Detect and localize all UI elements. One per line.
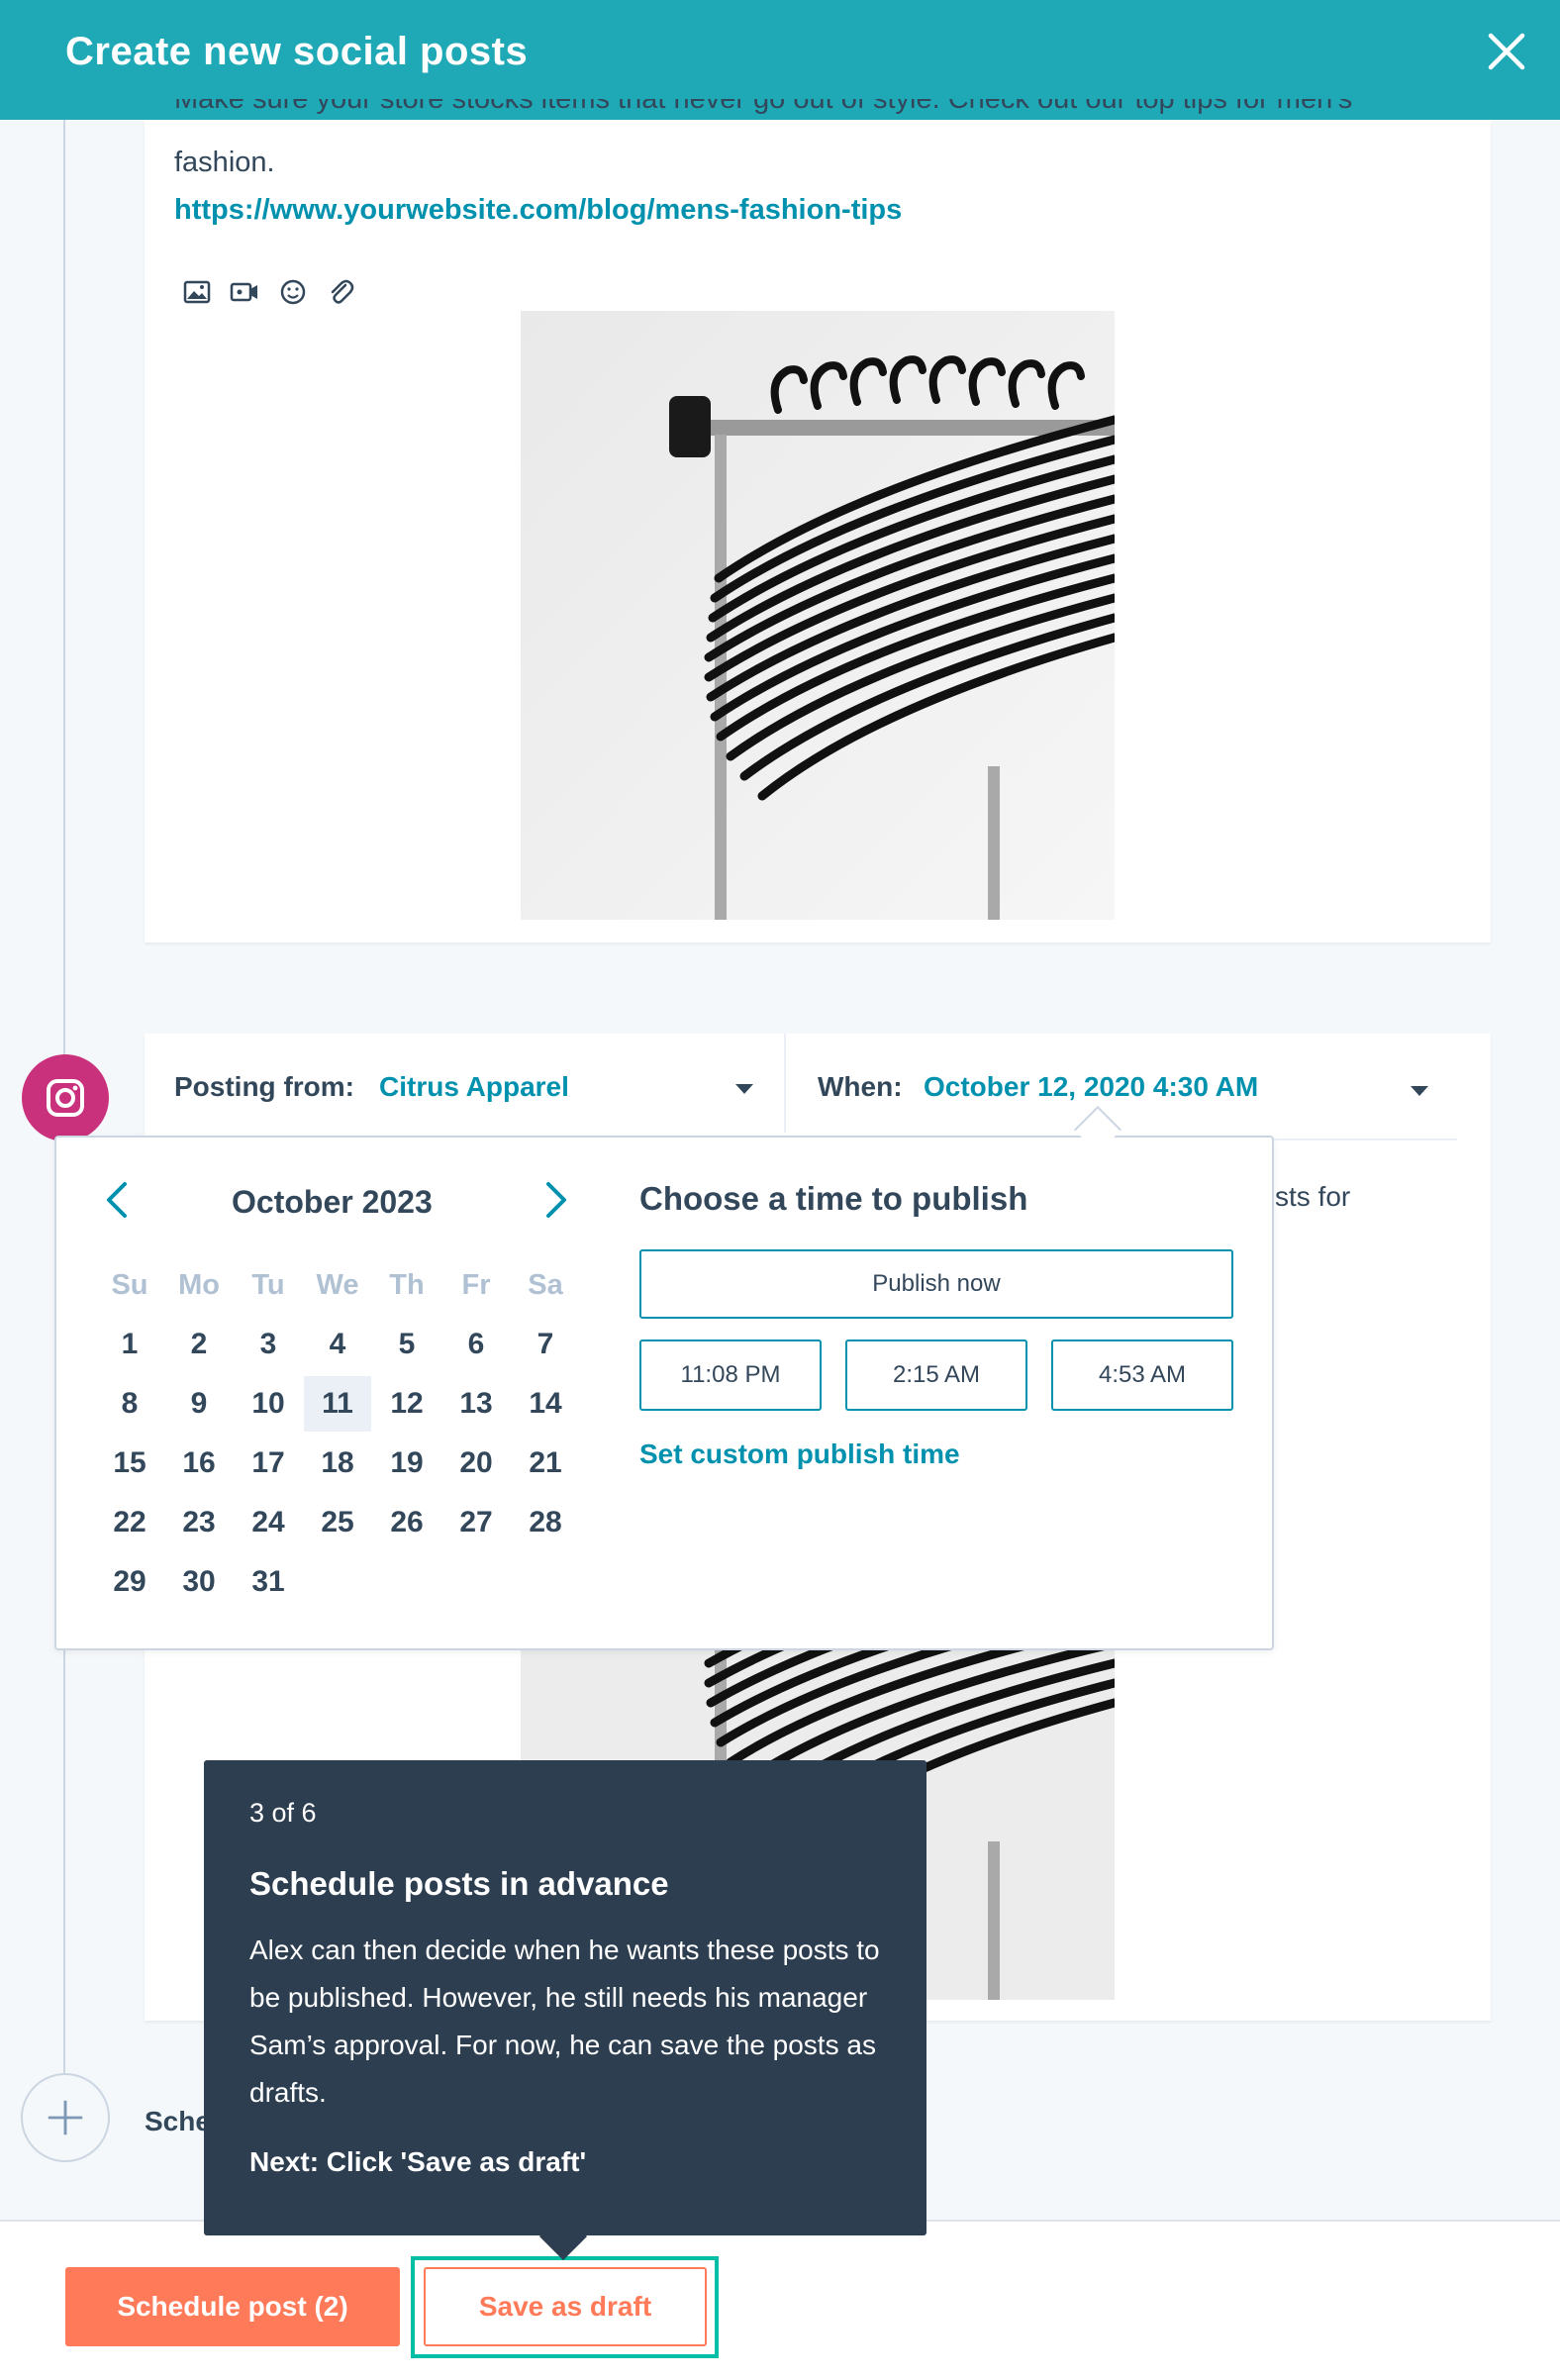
calendar-day[interactable]: 30: [165, 1554, 233, 1610]
calendar-day[interactable]: 29: [96, 1554, 163, 1610]
attachment-icon[interactable]: [324, 275, 357, 309]
month-label: October 2023: [232, 1184, 433, 1220]
chevron-down-icon[interactable]: [1411, 1086, 1428, 1096]
weekday-label: Su: [111, 1269, 148, 1301]
calendar-day[interactable]: 10: [235, 1376, 302, 1432]
posting-from-select[interactable]: Citrus Apparel: [379, 1071, 569, 1103]
tour-tooltip-body: Alex can then decide when he wants these…: [249, 1934, 880, 2108]
calendar-day[interactable]: 1: [96, 1317, 163, 1372]
chevron-right-icon[interactable]: [538, 1178, 574, 1222]
calendar-day[interactable]: 2: [165, 1317, 233, 1372]
when-select[interactable]: October 12, 2020 4:30 AM: [924, 1071, 1258, 1103]
calendar-day[interactable]: 7: [512, 1317, 579, 1372]
tour-next-instruction: Next: Click 'Save as draft': [249, 2146, 587, 2177]
calendar-day[interactable]: 14: [512, 1376, 579, 1432]
post-text-partial: sts for: [1275, 1181, 1351, 1212]
tour-tooltip-title: Schedule posts in advance: [249, 1865, 669, 1902]
calendar-day[interactable]: 18: [304, 1436, 371, 1491]
calendar-day[interactable]: 4: [304, 1317, 371, 1372]
weekday-label: Th: [389, 1269, 425, 1301]
calendar-day[interactable]: 31: [235, 1554, 302, 1610]
custom-time-link[interactable]: Set custom publish time: [639, 1438, 960, 1470]
calendar-day[interactable]: 9: [165, 1376, 233, 1432]
calendar-day[interactable]: 13: [442, 1376, 510, 1432]
calendar-day[interactable]: 16: [165, 1436, 233, 1491]
calendar-day[interactable]: 17: [235, 1436, 302, 1491]
chevron-down-icon[interactable]: [735, 1084, 753, 1094]
calendar-day[interactable]: 5: [373, 1317, 440, 1372]
instagram-icon: [22, 1054, 109, 1141]
tour-step-counter: 3 of 6: [249, 1798, 317, 1828]
image-icon[interactable]: [180, 275, 214, 309]
video-icon[interactable]: [228, 275, 261, 309]
calendar-day[interactable]: 15: [96, 1436, 163, 1491]
close-icon[interactable]: [1481, 26, 1532, 77]
post-text-partial: Make sure your store stocks items that n…: [174, 99, 1353, 115]
calendar-day[interactable]: 27: [442, 1495, 510, 1550]
post-image: [521, 311, 1115, 920]
save-as-draft-button[interactable]: Save as draft: [424, 2267, 707, 2346]
modal-title: Create new social posts: [65, 30, 529, 73]
post-text[interactable]: fashion.: [174, 147, 275, 179]
calendar-day[interactable]: 25: [304, 1495, 371, 1550]
divider: [784, 1034, 786, 1133]
calendar-day[interactable]: 20: [442, 1436, 510, 1491]
schedule-section-label: Sche: [145, 2106, 211, 2136]
calendar-day[interactable]: 28: [512, 1495, 579, 1550]
when-label: When:: [818, 1071, 903, 1102]
weekday-label: Tu: [251, 1269, 285, 1301]
chevron-left-icon[interactable]: [99, 1178, 135, 1222]
weekday-label: Sa: [528, 1269, 563, 1301]
emoji-icon[interactable]: [276, 275, 310, 309]
time-slot-button[interactable]: 2:15 AM: [845, 1339, 1027, 1411]
time-picker-title: Choose a time to publish: [639, 1180, 1028, 1217]
weekday-label: Fr: [461, 1269, 491, 1301]
calendar-day[interactable]: 22: [96, 1495, 163, 1550]
weekday-label: We: [316, 1269, 359, 1301]
publish-now-button[interactable]: Publish now: [639, 1249, 1233, 1319]
calendar-day[interactable]: 23: [165, 1495, 233, 1550]
calendar-day[interactable]: 21: [512, 1436, 579, 1491]
calendar-day[interactable]: 24: [235, 1495, 302, 1550]
calendar-day[interactable]: 12: [373, 1376, 440, 1432]
calendar-day[interactable]: 3: [235, 1317, 302, 1372]
calendar-day[interactable]: 26: [373, 1495, 440, 1550]
time-slot-button[interactable]: 4:53 AM: [1051, 1339, 1233, 1411]
calendar-day[interactable]: 11: [304, 1376, 371, 1432]
post-link[interactable]: https://www.yourwebsite.com/blog/mens-fa…: [174, 194, 902, 227]
calendar-day[interactable]: 8: [96, 1376, 163, 1432]
add-post-icon[interactable]: [21, 2073, 110, 2162]
posting-from-label: Posting from:: [174, 1071, 354, 1102]
weekday-label: Mo: [178, 1269, 220, 1301]
schedule-post-button[interactable]: Schedule post (2): [65, 2267, 400, 2346]
calendar-day[interactable]: 19: [373, 1436, 440, 1491]
calendar-day[interactable]: 6: [442, 1317, 510, 1372]
time-slot-button[interactable]: 11:08 PM: [639, 1339, 822, 1411]
tour-tooltip: 3 of 6 Schedule posts in advance Alex ca…: [204, 1760, 926, 2235]
